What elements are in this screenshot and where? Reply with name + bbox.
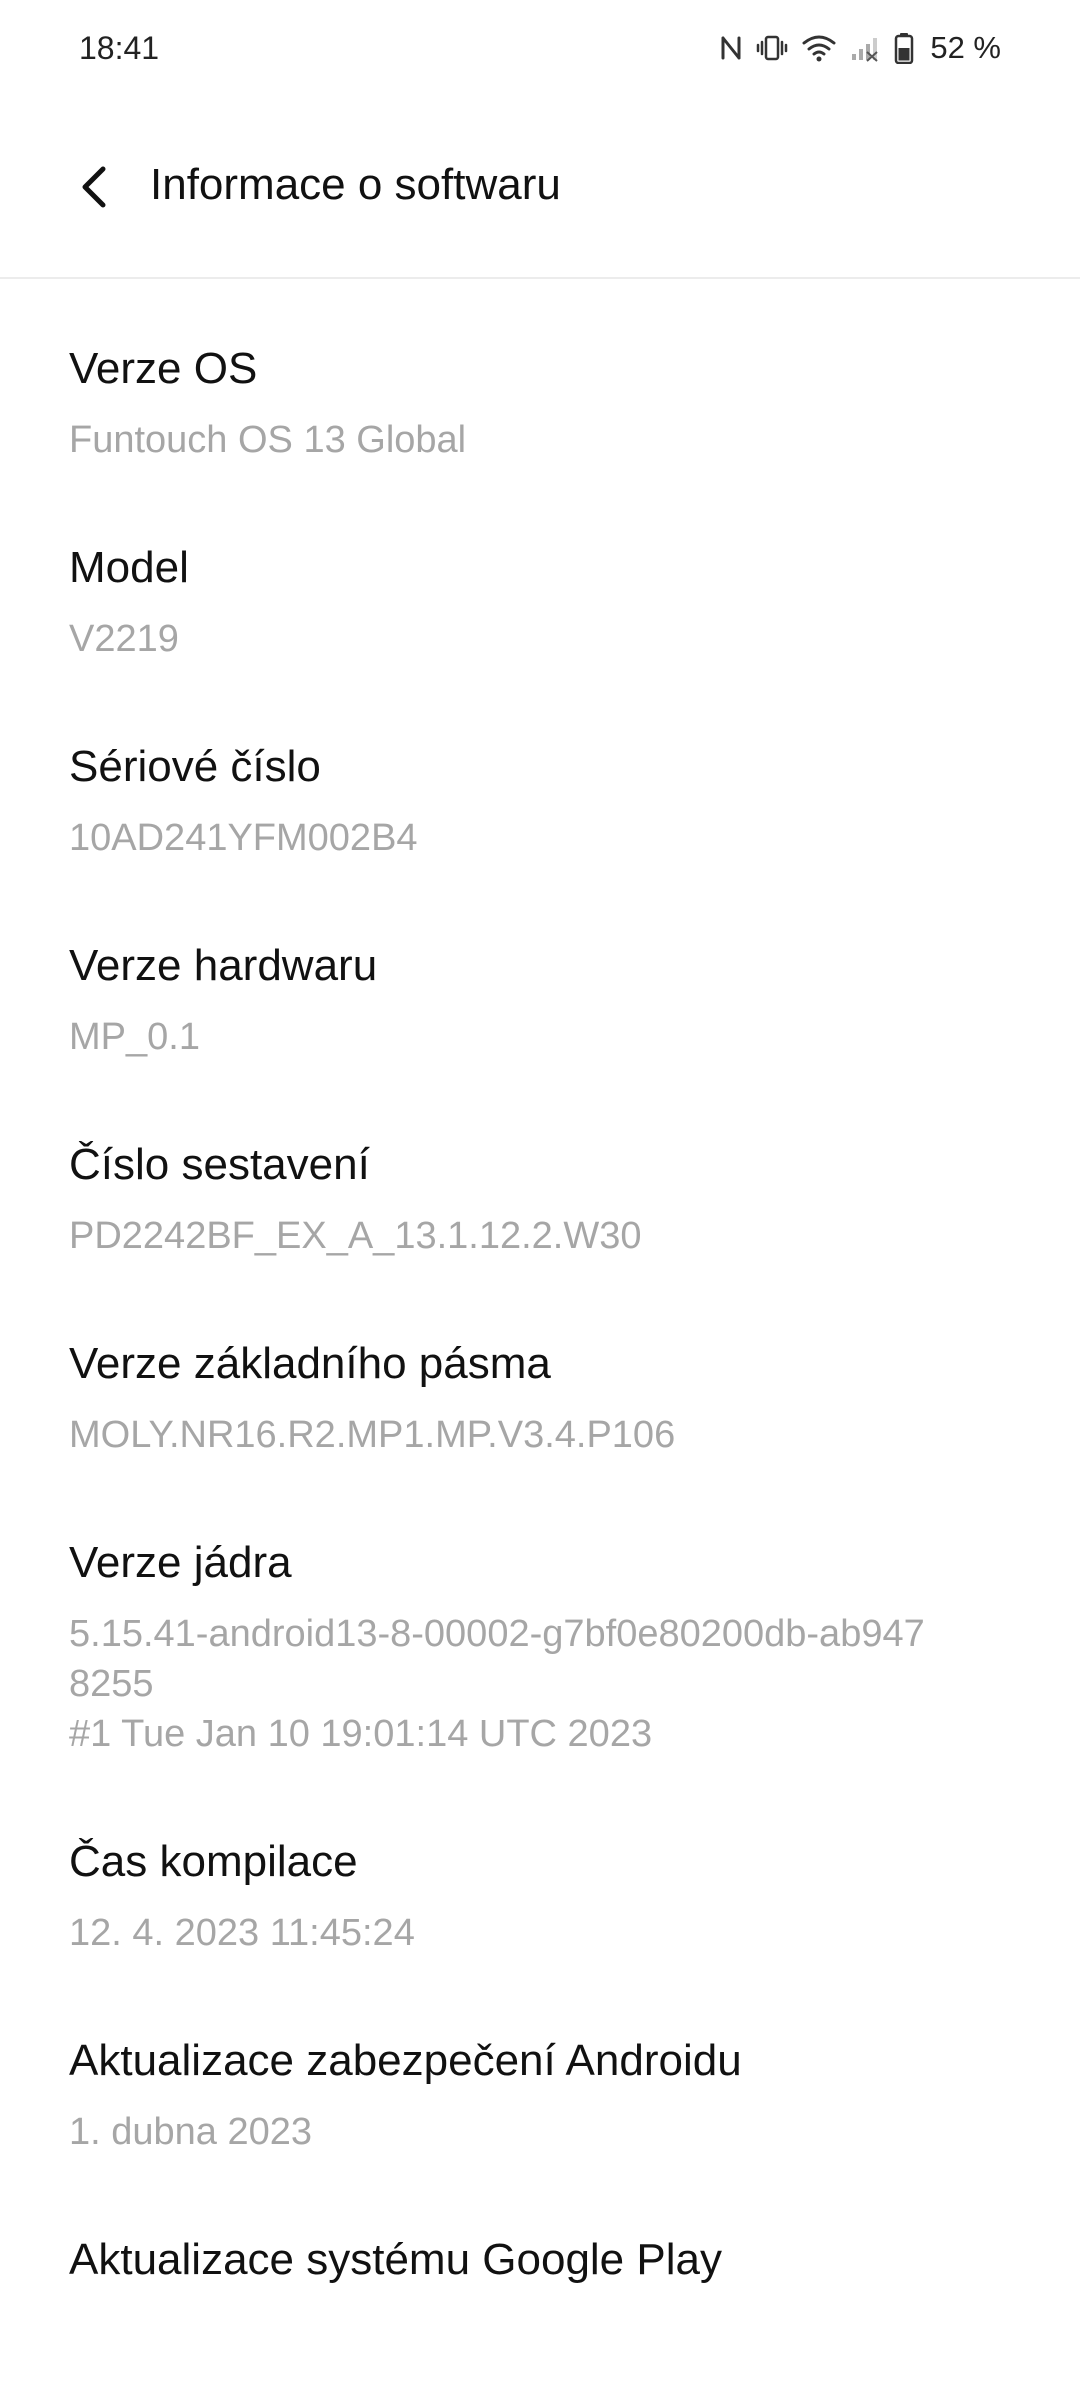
item-title: Verze základního pásma xyxy=(69,1339,551,1388)
list-item-baseband-version[interactable]: Verze základního pásma MOLY.NR16.R2.MP1.… xyxy=(0,1336,1080,1460)
back-button[interactable] xyxy=(60,152,130,222)
list-item-android-security-update[interactable]: Aktualizace zabezpečení Androidu 1. dubn… xyxy=(0,2033,1080,2157)
app-header: Informace o softwaru xyxy=(0,100,1080,279)
status-bar: 18:41 52 % xyxy=(0,0,1080,100)
item-title: Model xyxy=(69,543,189,592)
item-title: Číslo sestavení xyxy=(69,1140,370,1189)
item-title: Verze OS xyxy=(69,344,258,393)
item-title: Verze jádra xyxy=(69,1538,292,1587)
vibrate-icon xyxy=(756,34,788,62)
list-item-build-number[interactable]: Číslo sestavení PD2242BF_EX_A_13.1.12.2.… xyxy=(0,1137,1080,1261)
no-signal-icon xyxy=(850,34,880,62)
list-item-serial-number[interactable]: Sériové číslo 10AD241YFM002B4 xyxy=(0,739,1080,863)
battery-percent: 52 % xyxy=(930,30,1001,65)
item-title: Aktualizace zabezpečení Androidu xyxy=(69,2036,742,2085)
chevron-left-icon xyxy=(82,166,106,208)
item-value: PD2242BF_EX_A_13.1.12.2.W30 xyxy=(69,1215,642,1257)
item-title: Aktualizace systému Google Play xyxy=(69,2235,722,2284)
item-value: V2219 xyxy=(69,618,179,660)
item-value: 1. dubna 2023 xyxy=(69,2111,313,2153)
item-title: Čas kompilace xyxy=(69,1837,358,1886)
page-title: Informace o softwaru xyxy=(150,160,561,209)
nfc-icon xyxy=(720,34,742,62)
list-item-os-version[interactable]: Verze OS Funtouch OS 13 Global xyxy=(0,341,1080,465)
status-icons: 52 % xyxy=(720,26,1001,70)
item-value: MOLY.NR16.R2.MP1.MP.V3.4.P106 xyxy=(69,1414,676,1456)
status-time: 18:41 xyxy=(79,30,160,66)
item-value: Funtouch OS 13 Global xyxy=(69,419,467,461)
item-value: 10AD241YFM002B4 xyxy=(69,817,418,859)
list-item-google-play-system-update[interactable]: Aktualizace systému Google Play xyxy=(0,2232,1080,2288)
list-item-hardware-version[interactable]: Verze hardwaru MP_0.1 xyxy=(0,938,1080,1062)
battery-icon xyxy=(894,32,914,64)
item-value: 12. 4. 2023 11:45:24 xyxy=(69,1912,415,1954)
list-item-kernel-version[interactable]: Verze jádra 5.15.41-android13-8-00002-g7… xyxy=(0,1535,1080,1759)
software-info-list: Verze OS Funtouch OS 13 Global Model V22… xyxy=(0,281,1080,2288)
item-value: 5.15.41-android13-8-00002-g7bf0e80200db-… xyxy=(69,1613,925,1755)
item-title: Verze hardwaru xyxy=(69,941,378,990)
item-title: Sériové číslo xyxy=(69,742,321,791)
list-item-compile-time[interactable]: Čas kompilace 12. 4. 2023 11:45:24 xyxy=(0,1834,1080,1958)
wifi-icon xyxy=(802,34,836,62)
list-item-model[interactable]: Model V2219 xyxy=(0,540,1080,664)
item-value: MP_0.1 xyxy=(69,1016,200,1058)
